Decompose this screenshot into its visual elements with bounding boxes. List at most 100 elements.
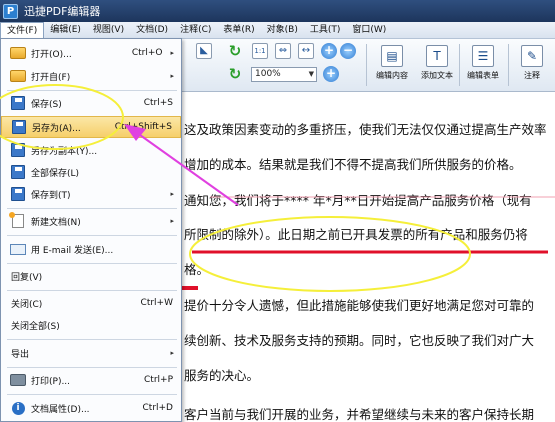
chevron-down-icon: ▼ xyxy=(308,70,314,78)
edit-form-label: 编辑表单 xyxy=(467,71,499,80)
doc-line: 增加的成本。结果就是我们不得不提高我们所供服务的价格。 xyxy=(184,157,522,172)
new-document-icon xyxy=(9,212,27,229)
zoom-in-alt-icon[interactable]: + xyxy=(323,66,339,82)
file-menu: 打开(O)... Ctrl+O ▸ 打开自(F) ▸ 保存(S) Ctrl+S … xyxy=(0,38,182,422)
menu-separator xyxy=(7,339,177,340)
zoom-in-icon[interactable]: + xyxy=(321,43,337,59)
menu-separator xyxy=(7,394,177,395)
actual-size-icon[interactable]: 1:1 xyxy=(252,43,268,59)
menu-separator xyxy=(7,290,177,291)
submenu-arrow-icon: ▸ xyxy=(170,49,174,57)
menu-document[interactable]: 文档(D) xyxy=(130,22,174,38)
info-icon: i xyxy=(9,400,27,416)
zoom-out-icon[interactable]: − xyxy=(340,43,356,59)
select-tool-icon[interactable]: ◣ xyxy=(196,43,212,59)
add-text-label: 添加文本 xyxy=(421,71,453,80)
submenu-arrow-icon: ▸ xyxy=(170,349,174,357)
menu-separator xyxy=(7,208,177,209)
menu-edit[interactable]: 编辑(E) xyxy=(44,22,87,38)
toolbar-separator xyxy=(366,44,367,86)
menu-item-save-as[interactable]: 另存为(A)... Ctrl+Shift+S xyxy=(1,116,181,138)
menu-item-open[interactable]: 打开(O)... Ctrl+O ▸ xyxy=(1,42,181,64)
menu-tools[interactable]: 工具(T) xyxy=(304,22,347,38)
menu-item-close[interactable]: 关闭(C) Ctrl+W xyxy=(1,292,181,314)
submenu-arrow-icon: ▸ xyxy=(170,72,174,80)
folder-open-icon xyxy=(9,45,27,61)
doc-line: 服务的决心。 xyxy=(184,368,260,383)
menu-item-shortcut: Ctrl+D xyxy=(142,403,174,413)
comment-button[interactable]: ✎ 注释 xyxy=(510,42,554,88)
menu-item-label: 保存(S) xyxy=(31,99,62,110)
menu-item-shortcut: Ctrl+O xyxy=(131,48,163,58)
menu-file[interactable]: 文件(F) xyxy=(0,22,45,38)
add-text-button[interactable]: T 添加文本 xyxy=(415,42,459,88)
menu-item-shortcut: Ctrl+Shift+S xyxy=(114,122,172,132)
edit-content-icon: ▤ xyxy=(381,45,403,67)
menu-item-label: 保存到(T) xyxy=(31,190,71,201)
edit-form-icon: ☰ xyxy=(472,45,494,67)
zoom-select[interactable]: 100% ▼ xyxy=(251,67,317,82)
doc-line: 提价十分令人遗憾，但此措施能够使我们更好地满足您对可靠的 xyxy=(184,298,535,313)
menu-item-label: 关闭(C) xyxy=(11,299,43,310)
menu-item-email[interactable]: 用 E-mail 发送(E)... xyxy=(1,238,181,260)
edit-content-button[interactable]: ▤ 编辑内容 xyxy=(370,42,414,88)
menu-view[interactable]: 视图(V) xyxy=(87,22,130,38)
menu-separator xyxy=(7,367,177,368)
comment-icon: ✎ xyxy=(521,45,543,67)
save-copy-icon xyxy=(9,142,27,158)
doc-line: 客户当前与我们开展的业务，并希望继续与未来的客户保持长期 xyxy=(184,407,535,422)
menu-window[interactable]: 窗口(W) xyxy=(346,22,392,38)
menu-item-label: 打开自(F) xyxy=(31,72,71,83)
menu-item-export[interactable]: 导出 ▸ xyxy=(1,342,181,364)
menu-item-save-copy[interactable]: 另存为副本(Y)... xyxy=(1,139,181,161)
menu-separator xyxy=(7,90,177,91)
window-title: 迅捷PDF编辑器 xyxy=(24,5,101,18)
menu-item-properties[interactable]: i 文档属性(D)... Ctrl+D xyxy=(1,397,181,419)
menu-item-print[interactable]: 打印(P)... Ctrl+P xyxy=(1,369,181,391)
fit-width-icon[interactable]: ↔ xyxy=(298,43,314,59)
menu-comment[interactable]: 注释(C) xyxy=(174,22,217,38)
menu-item-save[interactable]: 保存(S) Ctrl+S xyxy=(1,92,181,114)
menu-item-label: 关闭全部(S) xyxy=(11,321,60,332)
menu-form[interactable]: 表单(R) xyxy=(217,22,260,38)
menu-item-label: 用 E-mail 发送(E)... xyxy=(31,245,114,256)
edit-content-label: 编辑内容 xyxy=(376,71,408,80)
menu-item-save-to[interactable]: 保存到(T) ▸ xyxy=(1,183,181,205)
menu-item-close-all[interactable]: 关闭全部(S) xyxy=(1,314,181,336)
app-logo-icon: P xyxy=(3,3,18,19)
edit-form-button[interactable]: ☰ 编辑表单 xyxy=(461,42,505,88)
menu-item-shortcut: Ctrl+W xyxy=(140,298,173,308)
menu-item-label: 新建文档(N) xyxy=(31,217,81,228)
menu-separator xyxy=(7,263,177,264)
menu-item-label: 另存为副本(Y)... xyxy=(31,146,98,157)
menu-separator xyxy=(7,235,177,236)
reload-icon[interactable]: ↻ xyxy=(227,66,243,82)
title-bar: P 迅捷PDF编辑器 xyxy=(0,0,555,22)
menu-item-save-all[interactable]: 全部保存(L) xyxy=(1,161,181,183)
email-icon xyxy=(9,241,27,257)
printer-icon xyxy=(9,372,27,388)
save-to-icon xyxy=(9,186,27,202)
menu-item-revert[interactable]: 回复(V) xyxy=(1,265,181,287)
menu-item-new-document[interactable]: 新建文档(N) ▸ xyxy=(1,210,181,232)
menu-object[interactable]: 对象(B) xyxy=(261,22,304,38)
menu-item-label: 全部保存(L) xyxy=(31,168,80,179)
folder-open-from-icon xyxy=(9,68,27,84)
save-as-icon xyxy=(10,119,28,135)
comment-label: 注释 xyxy=(524,71,540,80)
menu-item-label: 打开(O)... xyxy=(31,49,72,60)
menu-item-label: 导出 xyxy=(11,349,30,360)
menu-item-shortcut: Ctrl+P xyxy=(144,375,173,385)
toolbar-separator xyxy=(459,44,460,86)
doc-line: 续创新、技术及服务支持的预期。同时，它也反映了我们对广大 xyxy=(184,333,535,348)
doc-line: 通知您，我们将于**** 年*月**日开始提高产品服务价格（现有 xyxy=(184,193,532,208)
menu-item-label: 打印(P)... xyxy=(31,376,71,387)
menu-bar: 文件(F) 编辑(E) 视图(V) 文档(D) 注释(C) 表单(R) 对象(B… xyxy=(0,22,555,39)
menu-item-label: 另存为(A)... xyxy=(32,123,81,134)
rotate-icon[interactable]: ↻ xyxy=(227,43,243,59)
submenu-arrow-icon: ▸ xyxy=(170,190,174,198)
menu-item-open-from[interactable]: 打开自(F) ▸ xyxy=(1,65,181,87)
menu-item-label: 回复(V) xyxy=(11,272,43,283)
fit-page-icon[interactable]: ⇔ xyxy=(275,43,291,59)
doc-line: 这及政策因素变动的多重挤压，使我们无法仅仅通过提高生产效率 xyxy=(184,122,547,137)
